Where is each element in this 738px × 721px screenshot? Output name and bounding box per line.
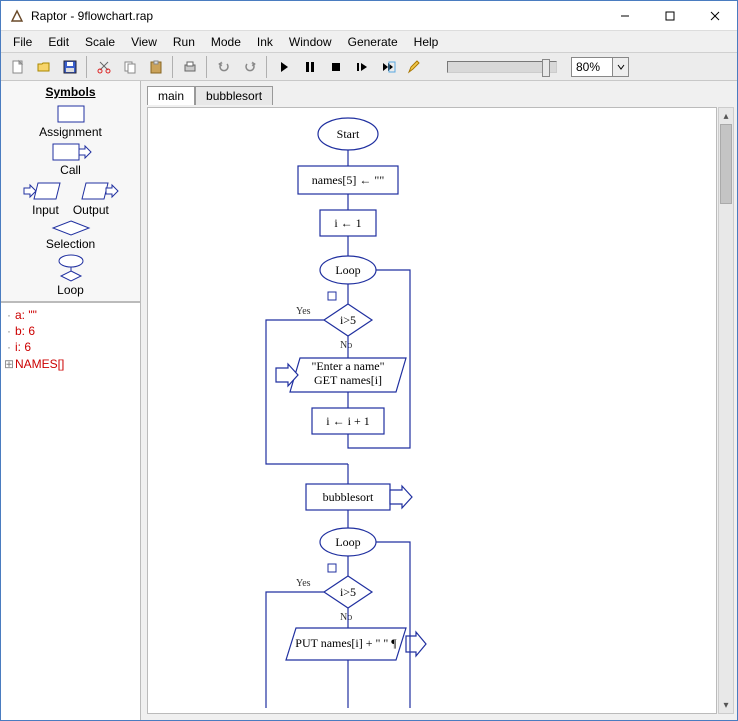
watch-panel: ·a: "" ·b: 6 ·i: 6 ⊞NAMES[] (1, 302, 140, 720)
svg-text:i ← 1: i ← 1 (334, 216, 361, 230)
call-symbol-icon[interactable] (50, 141, 92, 163)
scroll-down-icon[interactable]: ▾ (719, 697, 733, 713)
menu-generate[interactable]: Generate (340, 33, 406, 51)
assignment-symbol-icon[interactable] (55, 103, 87, 125)
undo-icon[interactable] (212, 55, 236, 79)
paste-icon[interactable] (144, 55, 168, 79)
selection-label: Selection (1, 237, 140, 251)
svg-text:i>5: i>5 (340, 313, 356, 327)
print-icon[interactable] (178, 55, 202, 79)
svg-text:names[5] ← "": names[5] ← "" (312, 173, 385, 187)
tab-bubblesort[interactable]: bubblesort (195, 86, 273, 105)
svg-text:GET names[i]: GET names[i] (314, 373, 382, 387)
menu-window[interactable]: Window (281, 33, 340, 51)
flowchart-canvas[interactable]: Start names[5] ← "" i ← 1 Loop i>5 (147, 107, 717, 714)
slider-thumb-icon[interactable] (542, 59, 550, 77)
sidebar: Symbols Assignment Call Input Output Sel… (1, 81, 141, 720)
menu-mode[interactable]: Mode (203, 33, 249, 51)
loop-label: Loop (1, 283, 140, 297)
redo-icon[interactable] (238, 55, 262, 79)
menu-file[interactable]: File (5, 33, 40, 51)
menu-scale[interactable]: Scale (77, 33, 123, 51)
svg-text:No: No (340, 612, 352, 623)
svg-text:No: No (340, 340, 352, 351)
speed-slider[interactable] (447, 61, 557, 73)
svg-text:Start: Start (337, 127, 360, 141)
play-icon[interactable] (272, 55, 296, 79)
symbols-panel: Symbols Assignment Call Input Output Sel… (1, 81, 140, 302)
stop-icon[interactable] (324, 55, 348, 79)
watch-item[interactable]: ⊞NAMES[] (3, 356, 138, 372)
svg-text:bubblesort: bubblesort (323, 490, 374, 504)
watch-item: ·b: 6 (3, 323, 138, 339)
step-to-end-icon[interactable] (376, 55, 400, 79)
canvas-area: main bubblesort Start names[5] ← "" i ← … (141, 81, 737, 720)
scroll-thumb[interactable] (720, 124, 732, 204)
open-icon[interactable] (32, 55, 56, 79)
dot-icon: · (3, 307, 15, 323)
dot-icon: · (3, 323, 15, 339)
svg-text:PUT names[i] + " " ¶: PUT names[i] + " " ¶ (295, 636, 397, 650)
svg-text:Yes: Yes (296, 578, 311, 589)
tab-strip: main bubblesort (141, 81, 737, 104)
app-icon (9, 8, 25, 24)
svg-text:Loop: Loop (335, 535, 360, 549)
titlebar: Raptor - 9flowchart.rap (1, 1, 737, 31)
menu-edit[interactable]: Edit (40, 33, 77, 51)
minimize-button[interactable] (602, 1, 647, 30)
tab-main[interactable]: main (147, 86, 195, 105)
chevron-down-icon[interactable] (613, 57, 629, 77)
svg-text:i>5: i>5 (340, 585, 356, 599)
menu-view[interactable]: View (123, 33, 165, 51)
output-label: Output (73, 203, 109, 217)
vertical-scrollbar[interactable]: ▴ ▾ (718, 107, 734, 714)
call-label: Call (1, 163, 140, 177)
svg-text:Yes: Yes (296, 306, 311, 317)
toolbar (1, 53, 737, 81)
cut-icon[interactable] (92, 55, 116, 79)
svg-text:Loop: Loop (335, 263, 360, 277)
copy-icon[interactable] (118, 55, 142, 79)
expand-icon[interactable]: ⊞ (3, 356, 15, 372)
input-label: Input (32, 203, 59, 217)
menu-ink[interactable]: Ink (249, 33, 281, 51)
loop-symbol-icon[interactable] (53, 253, 89, 283)
maximize-button[interactable] (647, 1, 692, 30)
close-button[interactable] (692, 1, 737, 30)
step-icon[interactable] (350, 55, 374, 79)
window-title: Raptor - 9flowchart.rap (31, 9, 602, 23)
new-icon[interactable] (6, 55, 30, 79)
save-icon[interactable] (58, 55, 82, 79)
svg-text:"Enter a name": "Enter a name" (311, 359, 384, 373)
selection-symbol-icon[interactable] (51, 219, 91, 237)
pen-icon[interactable] (402, 55, 426, 79)
input-symbol-icon[interactable] (22, 179, 62, 203)
svg-text:i ← i + 1: i ← i + 1 (326, 414, 369, 428)
dot-icon: · (3, 339, 15, 355)
menu-help[interactable]: Help (406, 33, 447, 51)
menu-run[interactable]: Run (165, 33, 203, 51)
watch-item: ·i: 6 (3, 339, 138, 355)
zoom-select[interactable] (571, 57, 629, 77)
menu-bar: File Edit Scale View Run Mode Ink Window… (1, 31, 737, 53)
output-symbol-icon[interactable] (80, 179, 120, 203)
watch-item: ·a: "" (3, 307, 138, 323)
symbols-header: Symbols (1, 85, 140, 101)
pause-icon[interactable] (298, 55, 322, 79)
zoom-input[interactable] (571, 57, 613, 77)
assignment-label: Assignment (1, 125, 140, 139)
scroll-up-icon[interactable]: ▴ (719, 108, 733, 124)
